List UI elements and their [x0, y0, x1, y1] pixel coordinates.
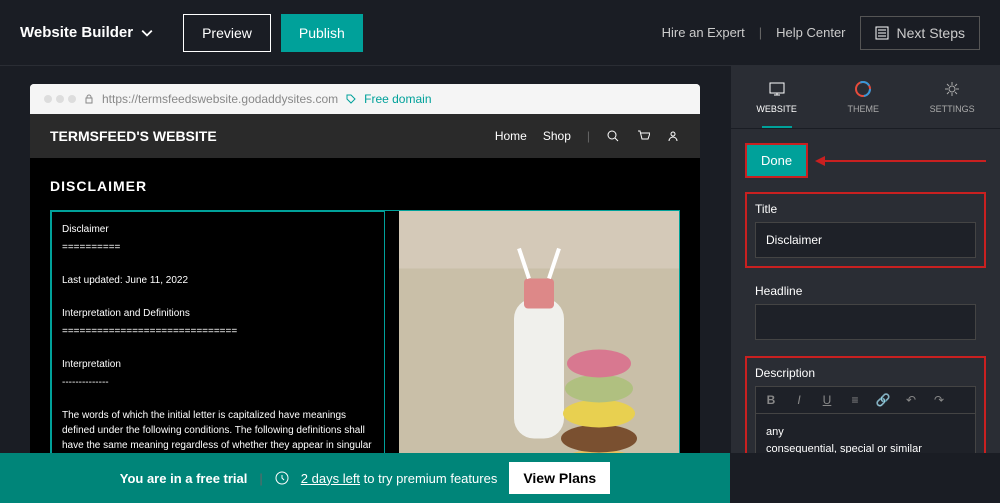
- view-plans-button[interactable]: View Plans: [509, 462, 610, 494]
- tag-icon: [346, 94, 356, 104]
- lock-icon: [84, 94, 94, 104]
- clock-icon: [275, 471, 289, 485]
- undo-icon[interactable]: ↶: [902, 393, 920, 407]
- search-icon[interactable]: [606, 129, 620, 143]
- description-label: Description: [755, 366, 976, 380]
- done-button[interactable]: Done: [745, 143, 808, 178]
- next-steps-button[interactable]: Next Steps: [860, 16, 980, 50]
- theme-icon: [854, 80, 872, 98]
- help-center-link[interactable]: Help Center: [776, 25, 845, 40]
- redo-icon[interactable]: ↷: [930, 393, 948, 407]
- tab-website[interactable]: WEBSITE: [756, 80, 797, 114]
- list-icon[interactable]: ≡: [846, 393, 864, 407]
- website-icon: [768, 80, 786, 98]
- content-text[interactable]: Disclaimer ========== Last updated: June…: [51, 211, 385, 453]
- tab-theme[interactable]: THEME: [848, 80, 880, 114]
- free-domain-link[interactable]: Free domain: [364, 92, 431, 106]
- italic-icon[interactable]: I: [790, 393, 808, 407]
- content-image[interactable]: [399, 211, 679, 453]
- link-icon[interactable]: 🔗: [874, 393, 892, 407]
- nav-home[interactable]: Home: [495, 129, 527, 143]
- checklist-icon: [875, 26, 889, 40]
- cart-icon[interactable]: [636, 129, 650, 143]
- chevron-down-icon: [141, 27, 153, 39]
- tab-settings[interactable]: SETTINGS: [930, 80, 975, 114]
- description-input[interactable]: any consequential, special or similar da…: [755, 413, 976, 453]
- nav-shop[interactable]: Shop: [543, 129, 571, 143]
- editor-toolbar: B I U ≡ 🔗 ↶ ↷: [755, 386, 976, 413]
- trial-bar: You are in a free trial | 2 days left to…: [0, 453, 730, 503]
- site-title: TERMSFEED'S WEBSITE: [50, 128, 217, 144]
- headline-input[interactable]: [755, 304, 976, 340]
- brand[interactable]: Website Builder: [20, 24, 153, 41]
- headline-label: Headline: [755, 284, 976, 298]
- bold-icon[interactable]: B: [762, 393, 780, 407]
- underline-icon[interactable]: U: [818, 393, 836, 407]
- url-bar: https://termsfeedswebsite.godaddysites.c…: [30, 84, 700, 114]
- title-label: Title: [755, 202, 976, 216]
- title-input[interactable]: [755, 222, 976, 258]
- gear-icon: [943, 80, 961, 98]
- page-title: DISCLAIMER: [50, 178, 680, 194]
- hire-expert-link[interactable]: Hire an Expert: [662, 25, 745, 40]
- annotation-arrow: [818, 160, 986, 162]
- preview-button[interactable]: Preview: [183, 14, 271, 52]
- publish-button[interactable]: Publish: [281, 14, 363, 52]
- user-icon[interactable]: [666, 129, 680, 143]
